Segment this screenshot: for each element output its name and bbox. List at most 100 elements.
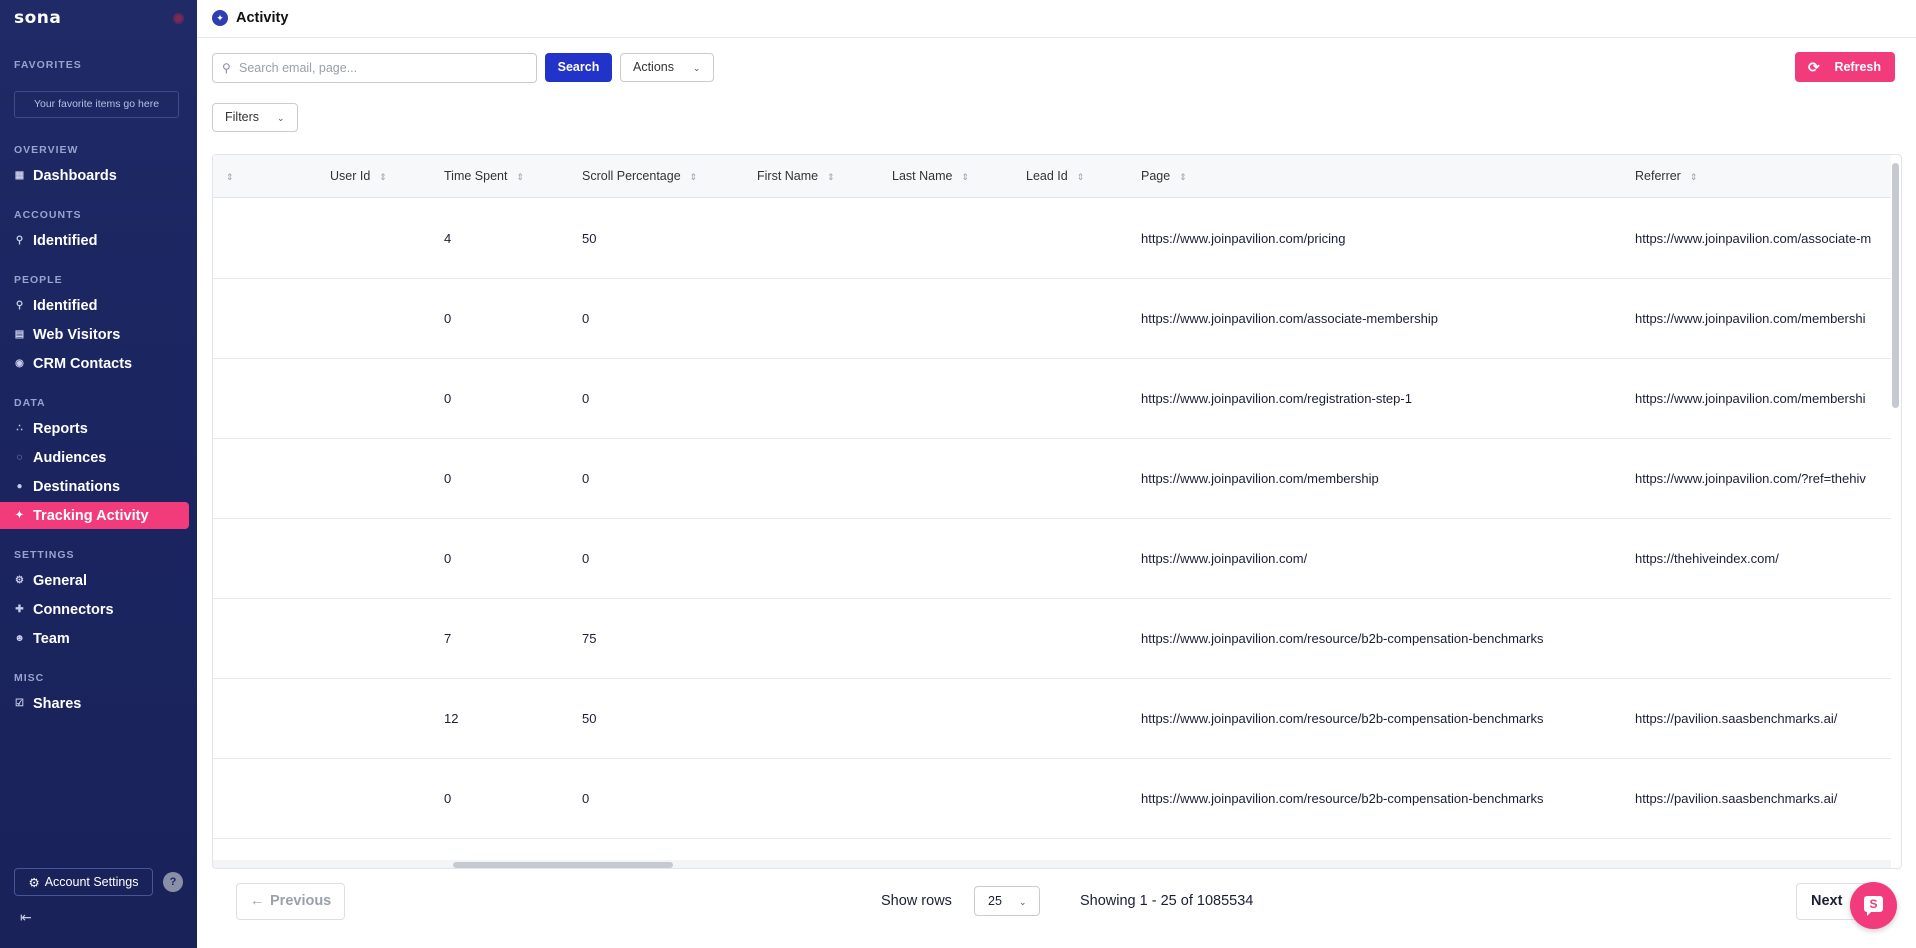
- show-rows-label: Show rows: [881, 893, 952, 909]
- rows-per-page-select[interactable]: 25 ⌄: [974, 886, 1040, 916]
- previous-button[interactable]: ← Previous: [236, 883, 345, 920]
- cell-referrer[interactable]: https://thehiveindex.com/: [1635, 519, 1891, 599]
- sidebar-item-label: Tracking Activity: [33, 507, 149, 524]
- sidebar-item-reports[interactable]: ∴ Reports: [0, 415, 189, 442]
- cell-referrer[interactable]: https://www.joinpavilion.com/membershi: [1635, 359, 1891, 439]
- actions-dropdown[interactable]: Actions ⌄: [620, 53, 714, 82]
- sona-logo[interactable]: sona: [14, 8, 61, 28]
- table-row[interactable]: 7 75 https://www.joinpavilion.com/resour…: [213, 599, 1891, 679]
- cell-referrer[interactable]: https://pavilion.saasbenchmarks.ai/: [1635, 759, 1891, 839]
- chevron-down-icon: ⌄: [1019, 897, 1027, 907]
- sort-icon: ⇕: [827, 172, 835, 182]
- gear-icon: ⚙: [15, 575, 24, 586]
- sort-icon: ⇕: [1076, 172, 1085, 182]
- table-row[interactable]: 0 0 https://www.joinpavilion.com/members…: [213, 439, 1891, 519]
- showing-count: Showing 1 - 25 of 1085534: [1080, 893, 1254, 909]
- cell-page[interactable]: https://www.joinpavilion.com/: [1141, 519, 1307, 599]
- sidebar-item-accounts-identified[interactable]: ⚲ Identified: [0, 227, 189, 254]
- cell-page[interactable]: https://www.joinpavilion.com/pricing: [1141, 199, 1345, 279]
- column-header-last-name[interactable]: Last Name ⇕: [892, 155, 969, 198]
- column-header-page[interactable]: Page ⇕: [1141, 155, 1187, 198]
- cell-time-spent: 7: [444, 631, 452, 646]
- cell-page[interactable]: https://www.joinpavilion.com/membership: [1141, 439, 1379, 519]
- compass-icon: ✦: [212, 10, 228, 26]
- cell-scroll-percentage: 0: [582, 391, 590, 406]
- sona-chat-icon: S: [1869, 897, 1878, 911]
- search-person-icon: ⚲: [15, 300, 24, 311]
- cell-referrer[interactable]: https://www.joinpavilion.com/associate-m: [1635, 199, 1891, 279]
- status-dot-icon[interactable]: [173, 13, 184, 24]
- column-header-lead-id[interactable]: Lead Id ⇕: [1026, 155, 1084, 198]
- table-row[interactable]: 0 0 https://www.joinpavilion.com/ https:…: [213, 519, 1891, 599]
- column-header-user-id[interactable]: User Id ⇕: [330, 155, 387, 198]
- previous-label: Previous: [270, 893, 332, 909]
- vertical-scrollbar[interactable]: [1892, 163, 1899, 408]
- sort-icon: ⇕: [961, 172, 969, 182]
- cell-referrer[interactable]: https://pavilion.saasbenchmarks.ai/: [1635, 679, 1891, 759]
- gear-icon: ⚙: [28, 875, 40, 890]
- sidebar-item-crm-contacts[interactable]: ◉ CRM Contacts: [0, 350, 189, 377]
- refresh-button[interactable]: ⟳ Refresh: [1795, 52, 1895, 82]
- account-settings-label: Account Settings: [44, 875, 139, 889]
- search-input[interactable]: [239, 58, 529, 78]
- account-settings-button[interactable]: ⚙ Account Settings: [14, 868, 153, 896]
- cell-scroll-percentage: 0: [582, 551, 590, 566]
- cell-page[interactable]: https://www.joinpavilion.com/associate-m…: [1141, 279, 1438, 359]
- cell-page[interactable]: https://www.joinpavilion.com/resource/b2…: [1141, 599, 1543, 679]
- sidebar-item-label: Reports: [33, 420, 88, 437]
- sidebar-item-general[interactable]: ⚙ General: [0, 567, 189, 594]
- sidebar-item-team[interactable]: ☻ Team: [0, 625, 189, 652]
- sort-icon: ⇕: [1179, 172, 1187, 182]
- filters-label: Filters: [225, 110, 260, 124]
- sidebar-item-connectors[interactable]: ✚ Connectors: [0, 596, 189, 623]
- table-row[interactable]: 0 0 https://www.joinpavilion.com/resourc…: [213, 759, 1891, 839]
- column-header-referrer[interactable]: Referrer ⇕: [1635, 155, 1697, 198]
- cell-time-spent: 0: [444, 471, 452, 486]
- sidebar-item-label: Connectors: [33, 601, 114, 618]
- sidebar-item-people-identified[interactable]: ⚲ Identified: [0, 292, 189, 319]
- cell-page[interactable]: https://www.joinpavilion.com/resource/b2…: [1141, 759, 1543, 839]
- cell-referrer[interactable]: https://www.joinpavilion.com/?ref=thehiv: [1635, 439, 1891, 519]
- table-row[interactable]: 4 50 https://www.joinpavilion.com/pricin…: [213, 199, 1891, 279]
- sidebar-item-destinations[interactable]: ● Destinations: [0, 473, 189, 500]
- sidebar-item-web-visitors[interactable]: ▤ Web Visitors: [0, 321, 189, 348]
- sidebar-item-shares[interactable]: ☑ Shares: [0, 690, 189, 717]
- people-icon: ◉: [15, 358, 24, 369]
- cell-scroll-percentage: 50: [582, 711, 597, 726]
- search-person-icon: ⚲: [15, 235, 24, 246]
- column-header-scroll-percentage[interactable]: Scroll Percentage ⇕: [582, 155, 697, 198]
- search-button[interactable]: Search: [545, 53, 612, 82]
- cell-page[interactable]: https://www.joinpavilion.com/registratio…: [1141, 359, 1412, 439]
- horizontal-scrollbar-thumb[interactable]: [453, 862, 673, 868]
- sidebar-item-audiences[interactable]: ◌ Audiences: [0, 444, 189, 471]
- section-label-people: PEOPLE: [14, 274, 63, 286]
- table-row[interactable]: 0 0 https://www.joinpavilion.com/associa…: [213, 279, 1891, 359]
- arrow-left-icon: ←: [250, 893, 265, 909]
- page-header: ✦ Activity: [197, 0, 1916, 38]
- table-row[interactable]: 0 0 https://www.joinpavilion.com/registr…: [213, 359, 1891, 439]
- chat-launcher-button[interactable]: S: [1850, 882, 1897, 929]
- sidebar-item-tracking-activity[interactable]: ✦ Tracking Activity: [0, 502, 189, 529]
- sidebar-item-label: General: [33, 572, 87, 589]
- column-header-first-name[interactable]: First Name ⇕: [757, 155, 835, 198]
- column-header-select[interactable]: ⇕: [226, 155, 234, 198]
- activity-table: ⇕ User Id ⇕ Time Spent ⇕ Scroll Percentage…: [212, 154, 1902, 869]
- help-button[interactable]: ?: [163, 872, 183, 892]
- cell-scroll-percentage: 0: [582, 471, 590, 486]
- column-header-time-spent[interactable]: Time Spent ⇕: [444, 155, 524, 198]
- cell-referrer[interactable]: https://www.joinpavilion.com/membershi: [1635, 279, 1891, 359]
- filters-dropdown[interactable]: Filters ⌄: [212, 103, 298, 132]
- sidebar-item-dashboards[interactable]: ▦ Dashboards: [0, 162, 189, 189]
- cell-time-spent: 0: [444, 791, 452, 806]
- table-row[interactable]: 12 50 https://www.joinpavilion.com/resou…: [213, 679, 1891, 759]
- cell-page[interactable]: https://www.joinpavilion.com/resource/b2…: [1141, 679, 1543, 759]
- sidebar-item-label: Team: [33, 630, 70, 647]
- sidebar-item-label: Web Visitors: [33, 326, 121, 343]
- sidebar-item-label: Destinations: [33, 478, 121, 495]
- cell-referrer[interactable]: [1635, 599, 1891, 679]
- search-field[interactable]: ⚲: [212, 53, 537, 83]
- collapse-sidebar-icon[interactable]: ⇤: [20, 909, 32, 926]
- share-icon: ☑: [15, 698, 24, 709]
- location-pin-icon: ●: [16, 481, 23, 492]
- cell-time-spent: 4: [444, 231, 452, 246]
